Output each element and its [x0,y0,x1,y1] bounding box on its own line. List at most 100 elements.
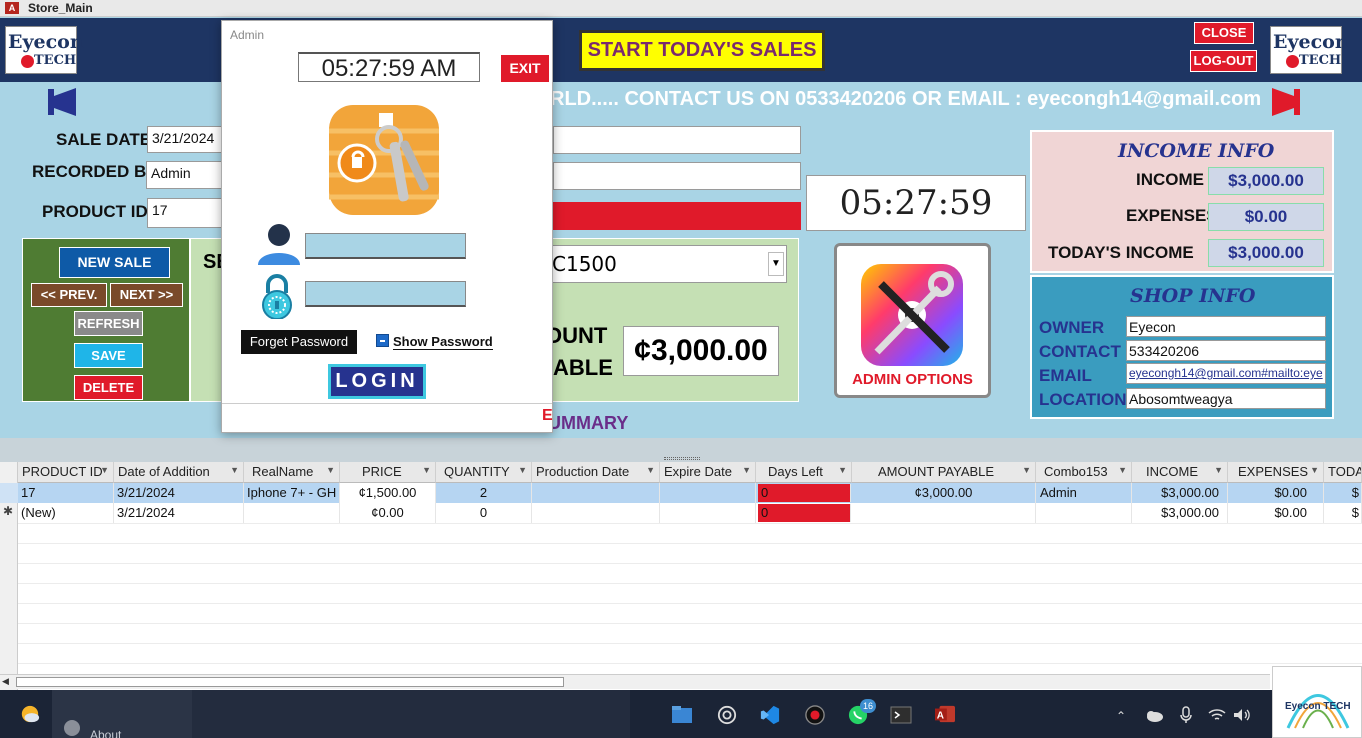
days-left-cell[interactable]: 0 [758,484,851,502]
table-cell[interactable] [660,503,756,523]
chatgpt-icon[interactable] [716,705,738,725]
prev-button[interactable]: << PREV. [31,283,107,307]
scroll-left-icon[interactable]: ◀ [2,676,9,687]
forget-password-button[interactable]: Forget Password [241,330,357,354]
file-explorer-icon[interactable] [671,705,693,725]
table-cell[interactable] [1036,503,1132,523]
contact-field[interactable]: 533420206 [1126,340,1326,361]
password-input[interactable] [305,281,466,307]
table-cell[interactable] [244,503,340,523]
column-header[interactable]: Production Date ▼ [532,462,660,483]
location-field[interactable]: Abosomtweagya [1126,388,1326,409]
chevron-down-icon[interactable]: ▼ [768,252,784,276]
new-sale-button[interactable]: NEW SALE [59,247,170,278]
exit-button[interactable]: EXIT [501,55,549,82]
window-titlebar: A Store_Main [0,0,1362,17]
income-value: $3,000.00 [1208,167,1324,195]
sales-datasheet: ✱ PRODUCT ID ▼ Date of Addition ▼ RealName… [0,462,1362,692]
table-cell[interactable]: ¢1,500.00 [340,483,436,503]
email-link[interactable]: eyecongh14@gmail.com#mailto:eye [1126,363,1326,384]
table-cell[interactable]: 3/21/2024 [114,483,244,503]
refresh-button[interactable]: REFRESH [74,311,143,336]
wifi-icon[interactable] [1208,708,1226,722]
income-info-title: INCOME INFO [1118,140,1275,162]
column-header[interactable]: PRICE ▼ [340,462,436,483]
product-combo[interactable]: C1500 ▼ [541,245,787,283]
table-cell[interactable]: (New) [18,503,114,523]
start-todays-sales-button[interactable]: START TODAY'S SALES [579,30,825,71]
table-cell[interactable]: $0.00 [1228,483,1324,503]
table-cell[interactable]: 0 [436,503,532,523]
record-icon[interactable] [804,705,826,725]
show-password-checkbox[interactable] [376,334,389,347]
table-cell[interactable]: $ [1324,483,1362,503]
record-selector-current[interactable] [0,483,18,503]
recorded-by-label: RECORDED BY [32,162,158,181]
text-field-2[interactable] [553,162,801,190]
owner-field[interactable]: Eyecon [1126,316,1326,337]
table-cell[interactable]: 17 [18,483,114,503]
column-header[interactable]: PRODUCT ID ▼ [18,462,114,483]
about-label[interactable]: About [90,728,121,738]
splitter-handle[interactable] [664,457,700,460]
onedrive-cloud-icon[interactable] [1144,708,1164,722]
column-header[interactable]: Date of Addition ▼ [114,462,244,483]
recorded-by-field[interactable]: Admin [146,161,226,189]
access-app-icon: A [5,2,19,14]
table-cell[interactable]: ¢3,000.00 [852,483,1036,503]
alert-bar [553,202,801,230]
column-header[interactable]: Combo153 ▼ [1036,462,1132,483]
admin-options-button[interactable]: ADMIN OPTIONS [834,243,991,398]
table-cell[interactable] [532,483,660,503]
column-header[interactable]: EXPENSES ▼ [1228,462,1324,483]
column-header[interactable]: INCOME ▼ [1132,462,1228,483]
sort-dropdown-icon: ▼ [838,465,847,475]
logout-button[interactable]: LOG-OUT [1190,50,1257,72]
new-record-icon: ✱ [3,504,14,518]
column-header[interactable]: TODA [1324,462,1362,483]
column-header[interactable]: Days Left ▼ [756,462,852,483]
username-input[interactable] [305,233,466,259]
table-cell[interactable]: 2 [436,483,532,503]
login-button[interactable]: LOGIN [328,364,426,399]
column-header[interactable]: AMOUNT PAYABLE ▼ [852,462,1036,483]
column-header[interactable]: Expire Date ▼ [660,462,756,483]
volume-icon[interactable] [1233,708,1251,722]
expenses-label: EXPENSES [1126,206,1218,225]
column-header[interactable]: RealName ▼ [244,462,340,483]
logo-text-line2: TECH [1299,53,1342,68]
table-cell[interactable] [852,503,1036,523]
table-cell[interactable]: $3,000.00 [1132,483,1228,503]
table-cell[interactable] [532,503,660,523]
weather-icon[interactable] [19,704,41,724]
sort-dropdown-icon: ▼ [230,465,239,475]
terminal-icon[interactable] [890,705,912,725]
table-cell[interactable]: Admin [1036,483,1132,503]
horizontal-scrollbar[interactable]: ◀ [0,674,1270,689]
location-label: LOCATION [1039,390,1127,409]
table-cell[interactable]: Iphone 7+ - GH [244,483,340,503]
next-button[interactable]: NEXT >> [110,283,183,307]
scrollbar-thumb[interactable] [16,677,564,687]
access-icon[interactable]: A [934,704,956,724]
sort-dropdown-icon: ▼ [1118,465,1127,475]
chevron-up-icon[interactable]: ⌃ [1116,709,1126,723]
delete-button[interactable]: DELETE [74,375,143,400]
sale-date-field[interactable]: 3/21/2024 [147,126,227,153]
scrolling-marquee: RLD..... CONTACT US ON 0533420206 OR EMA… [550,88,1262,110]
table-cell[interactable]: $ [1324,503,1362,523]
days-left-cell[interactable]: 0 [758,504,851,522]
table-cell[interactable]: 3/21/2024 [114,503,244,523]
product-id-field[interactable]: 17 [147,198,227,228]
text-field-1[interactable] [553,126,801,154]
close-button[interactable]: CLOSE [1194,22,1254,44]
column-header[interactable]: QUANTITY ▼ [436,462,532,483]
microphone-icon[interactable] [1180,706,1192,724]
save-button[interactable]: SAVE [74,343,143,368]
table-cell[interactable]: $3,000.00 [1132,503,1228,523]
table-cell[interactable] [660,483,756,503]
table-cell[interactable]: $0.00 [1228,503,1324,523]
table-cell[interactable]: ¢0.00 [340,503,436,523]
vscode-icon[interactable] [759,705,781,725]
show-password-label[interactable]: Show Password [393,334,493,350]
